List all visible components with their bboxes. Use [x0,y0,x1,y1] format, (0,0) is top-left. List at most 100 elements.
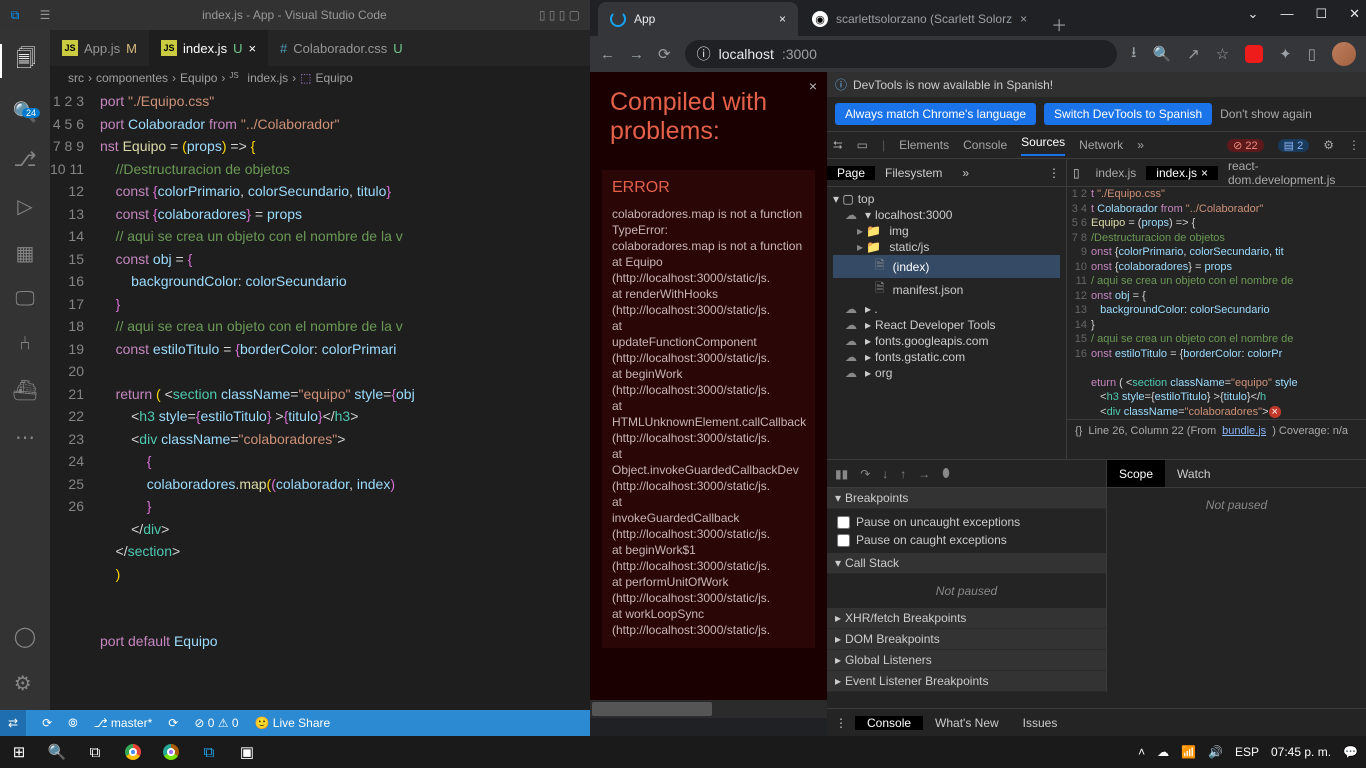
step-icon[interactable]: → [918,467,930,481]
extensions-icon[interactable]: ▦ [16,241,35,266]
pretty-print-icon[interactable]: {} [1075,425,1082,437]
extensions-icon[interactable]: ✦ [1279,45,1292,63]
taskbar-vscode-icon[interactable]: ⧉ [190,736,228,768]
task-view-icon[interactable]: ⧉ [76,736,114,768]
source-tab-reactdom[interactable]: react-dom.development.js [1218,159,1366,187]
minimize-icon[interactable]: ― [1280,6,1293,22]
horizontal-scrollbar[interactable] [590,700,827,718]
live-share[interactable]: 🙂 Live Share [255,716,331,730]
vscode-layout-icons[interactable]: ▯ ▯ ▯ ▢ [529,8,590,22]
chevron-down-icon[interactable]: ⌄ [1248,6,1259,22]
volume-icon[interactable]: 🔊 [1208,745,1223,759]
zoom-icon[interactable]: 🔍 [1152,45,1171,63]
notifications-icon[interactable]: 💬 [1343,745,1358,759]
event-bp-header[interactable]: ▸ Event Listener Breakpoints [827,671,1106,692]
wifi-icon[interactable]: 📶 [1181,745,1196,759]
more-tabs-icon[interactable]: » [952,166,979,180]
sidepanel-icon[interactable]: ▯ [1308,45,1316,63]
language-indicator[interactable]: ESP [1235,745,1259,759]
tree-host[interactable]: ▾ localhost:3000 [833,207,1060,223]
tree-fga[interactable]: ▸ fonts.googleapis.com [833,333,1060,349]
account-icon[interactable]: ◯ [14,624,36,649]
close-icon[interactable]: × [248,41,256,56]
install-icon[interactable]: ⭳ [1131,42,1136,67]
remote-indicator[interactable]: ⇄ [0,710,26,736]
scope-tab[interactable]: Scope [1107,460,1165,487]
github-icon[interactable]: ⑃ [19,333,31,356]
device-icon[interactable]: ▭ [857,138,868,152]
sidebar-toggle-icon[interactable]: ▯ [1067,166,1086,180]
onedrive-icon[interactable]: ☁ [1157,745,1169,759]
search-icon[interactable]: 🔍 [38,736,76,768]
dont-show-button[interactable]: Don't show again [1220,107,1312,121]
overlay-close-icon[interactable]: × [809,78,817,94]
settings-gear-icon[interactable]: ⚙ [1323,138,1334,152]
taskbar-terminal-icon[interactable]: ▣ [228,736,266,768]
drawer-issues[interactable]: Issues [1011,716,1070,730]
tree-top[interactable]: ▾ ▢ top [833,191,1060,207]
docker-icon[interactable]: ⛴ [12,378,37,403]
profile-avatar[interactable] [1332,42,1356,66]
radio-icon[interactable]: ⦾ [68,716,78,731]
sync-changes-icon[interactable]: ⟳ [168,716,178,730]
tray-chevron-icon[interactable]: ˄ [1138,745,1145,759]
vscode-menu-icon[interactable]: ☰ [30,8,60,22]
close-icon[interactable]: ✕ [1349,6,1360,22]
kebab-icon[interactable]: ⋮ [1048,166,1066,180]
new-tab-button[interactable]: ＋ [1041,12,1077,36]
bookmark-icon[interactable]: ☆ [1216,45,1229,63]
source-code[interactable]: 1 2 3 4 5 6 7 8 9 10 11 12 13 14 15 16 t… [1067,187,1366,419]
callstack-header[interactable]: ▾ Call Stack [827,553,1106,574]
share-icon[interactable]: ↗ [1187,45,1200,63]
drawer-kebab-icon[interactable]: ⋮ [827,716,855,730]
source-tab-index1[interactable]: index.js [1086,166,1147,180]
reload-icon[interactable]: ⟳ [658,45,671,63]
maximize-icon[interactable]: ☐ [1315,6,1327,22]
step-into-icon[interactable]: ↓ [882,467,888,481]
filesystem-tab[interactable]: Filesystem [875,166,952,180]
settings-gear-icon[interactable]: ⚙ [14,671,36,696]
watch-tab[interactable]: Watch [1165,460,1223,487]
kebab-icon[interactable]: ⋮ [1348,138,1360,152]
tree-static[interactable]: static/js [833,239,1060,255]
always-match-button[interactable]: Always match Chrome's language [835,103,1036,125]
tree-rdt[interactable]: ▸ React Developer Tools [833,317,1060,333]
git-branch[interactable]: ⎇ master* [94,716,153,730]
tree-blank[interactable]: ▸ . [833,301,1060,317]
run-debug-icon[interactable]: ▷ [17,194,32,219]
deactivate-bp-icon[interactable]: ⬮ [942,466,950,481]
close-icon[interactable]: × [779,12,786,26]
tab-elements[interactable]: Elements [899,138,949,152]
problems[interactable]: ⊘ 0 ⚠ 0 [194,716,238,730]
close-icon[interactable]: × [1020,12,1027,26]
inspect-icon[interactable]: ⮀ [833,138,843,153]
breadcrumb[interactable]: src › componentes › Equipo › JS index.js… [50,66,590,90]
sync-icon[interactable]: ⟳ [42,716,52,730]
forward-icon[interactable]: → [629,46,644,63]
pause-caught-checkbox[interactable]: Pause on caught exceptions [837,531,1096,549]
tab-sources[interactable]: Sources [1021,135,1065,156]
clock[interactable]: 07:45 p. m. [1271,745,1331,759]
issue-count[interactable]: ▤ 2 [1278,139,1310,152]
back-icon[interactable]: ← [600,46,615,63]
more-tabs-icon[interactable]: » [1137,138,1144,152]
page-tab[interactable]: Page [827,166,875,180]
error-count[interactable]: ⊘ 22 [1227,139,1264,152]
global-listeners-header[interactable]: ▸ Global Listeners [827,650,1106,671]
tree-index[interactable]: (index) [833,255,1060,278]
taskbar-chrome-icon[interactable] [114,736,152,768]
taskbar-chrome-canary-icon[interactable] [152,736,190,768]
step-over-icon[interactable]: ↷ [860,467,870,481]
switch-language-button[interactable]: Switch DevTools to Spanish [1044,103,1212,125]
drawer-console[interactable]: Console [855,716,923,730]
tree-manifest[interactable]: manifest.json [833,278,1060,301]
tab-colaborador-css[interactable]: #Colaborador.cssU [268,30,415,66]
dom-bp-header[interactable]: ▸ DOM Breakpoints [827,629,1106,650]
xhr-bp-header[interactable]: ▸ XHR/fetch Breakpoints [827,608,1106,629]
tab-app-js[interactable]: JSApp.jsM [50,30,149,66]
adblock-icon[interactable] [1245,45,1263,63]
pause-uncaught-checkbox[interactable]: Pause on uncaught exceptions [837,513,1096,531]
step-out-icon[interactable]: ↑ [900,467,906,481]
code-editor[interactable]: 1 2 3 4 5 6 7 8 9 10 11 12 13 14 15 16 1… [50,90,590,653]
browser-tab-github[interactable]: ◉scarlettsolorzano (Scarlett Solorz× [800,2,1039,36]
